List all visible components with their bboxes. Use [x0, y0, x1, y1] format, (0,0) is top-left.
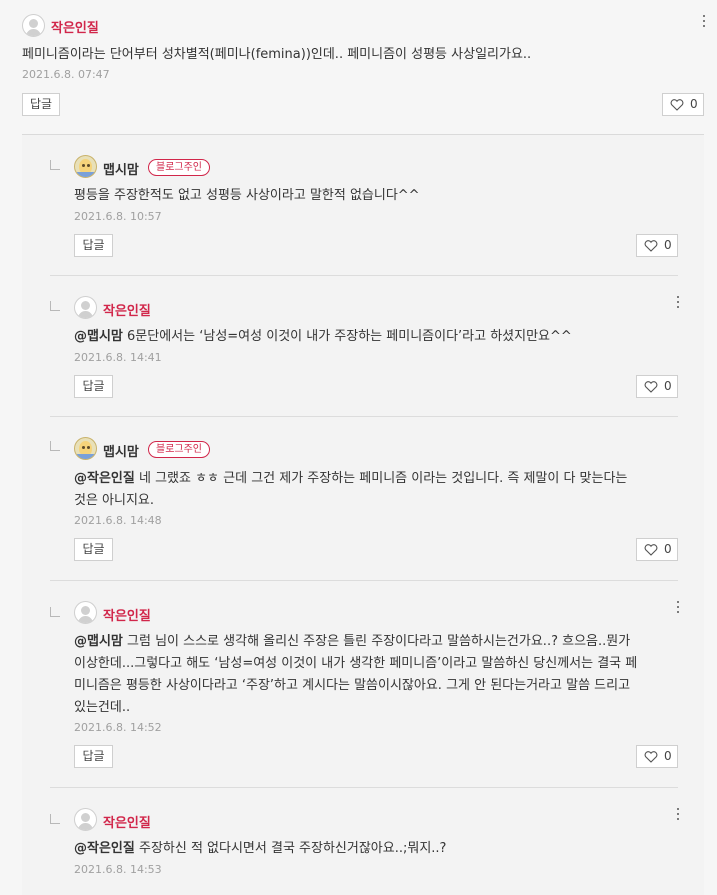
like-button[interactable]: 0 [662, 93, 704, 116]
reply-date: 2021.6.8. 14:41 [74, 351, 162, 364]
avatar[interactable] [22, 14, 45, 37]
reply-arrow-icon [50, 160, 60, 170]
reply-author[interactable]: 맵시맘 [103, 441, 139, 460]
reply-author[interactable]: 맵시맘 [103, 159, 139, 178]
like-button[interactable]: 0 [636, 375, 678, 398]
comment-text: 페미니즘이라는 단어부터 성차별적(페미나(femina))인데.. 페미니즘이… [22, 47, 532, 62]
reply-arrow-icon [50, 301, 60, 311]
reply-button[interactable]: 답글 [22, 93, 60, 116]
reply-author[interactable]: 작은인질 [103, 605, 151, 624]
reply-arrow-icon [50, 441, 60, 451]
reply-text: @맵시맘 그럼 님이 스스로 생각해 올리신 주장은 틀린 주장이다라고 말씀하… [74, 631, 637, 719]
reply-list: 맵시맘 블로그주인 평등을 주장한적도 없고 성평등 사상이라고 말한적 없습니… [22, 134, 704, 895]
heart-icon [644, 751, 658, 763]
like-count: 0 [664, 749, 672, 763]
avatar[interactable] [74, 155, 97, 178]
reply-date: 2021.6.8. 14:53 [74, 863, 162, 876]
reply-button[interactable]: 답글 [74, 375, 113, 398]
reply-body: 그럼 님이 스스로 생각해 올리신 주장은 틀린 주장이다라고 말씀하시는건가요… [127, 634, 631, 649]
reply-date: 2021.6.8. 14:52 [74, 721, 162, 734]
reply-body: 이상한데...그렇다고 해도 ‘남성=여성 이것이 내가 생각한 페미니즘’이라… [74, 656, 638, 671]
reply-date: 2021.6.8. 10:57 [74, 210, 162, 223]
reply-body: 것은 아니지요. [74, 493, 155, 508]
like-count: 0 [664, 238, 672, 252]
avatar[interactable] [74, 601, 97, 624]
mention[interactable]: @작은인질 [74, 471, 135, 486]
like-count: 0 [664, 379, 672, 393]
comment-section: 작은인질 페미니즘이라는 단어부터 성차별적(페미나(femina))인데.. … [0, 0, 717, 895]
top-comment: 작은인질 페미니즘이라는 단어부터 성차별적(페미나(femina))인데.. … [0, 0, 717, 135]
more-options-icon[interactable] [675, 295, 681, 309]
reply-item: 작은인질 @맵시맘 6문단에서는 ‘남성=여성 이것이 내가 주장하는 페미니즘… [22, 276, 704, 417]
more-options-icon[interactable] [675, 807, 681, 821]
like-button[interactable]: 0 [636, 745, 678, 768]
more-options-icon[interactable] [701, 14, 707, 28]
reply-author[interactable]: 작은인질 [103, 300, 151, 319]
reply-text: @작은인질 네 그랬죠 ㅎㅎ 근데 그건 제가 주장하는 페미니즘 이라는 것입… [74, 468, 627, 512]
reply-button[interactable]: 답글 [74, 234, 113, 257]
reply-arrow-icon [50, 607, 60, 617]
avatar[interactable] [74, 437, 97, 460]
reply-item: 작은인질 @맵시맘 그럼 님이 스스로 생각해 올리신 주장은 틀린 주장이다라… [22, 581, 704, 788]
reply-body: 미니즘은 평등한 사상이다라고 ‘주장’하고 계시다는 말씀이시잖아요. 그게 … [74, 678, 631, 693]
reply-body: 주장하신 적 없다시면서 결국 주장하신거잖아요..;뭐지..? [138, 841, 447, 856]
comment-author[interactable]: 작은인질 [51, 17, 99, 36]
reply-item: 맵시맘 블로그주인 @작은인질 네 그랬죠 ㅎㅎ 근데 그건 제가 주장하는 페… [22, 417, 704, 581]
blog-owner-badge: 블로그주인 [148, 441, 210, 458]
reply-button[interactable]: 답글 [74, 538, 113, 561]
like-button[interactable]: 0 [636, 538, 678, 561]
heart-icon [644, 381, 658, 393]
reply-item: 맵시맘 블로그주인 평등을 주장한적도 없고 성평등 사상이라고 말한적 없습니… [22, 135, 704, 276]
heart-icon [644, 544, 658, 556]
comment-date: 2021.6.8. 07:47 [22, 68, 110, 81]
mention[interactable]: @맵시맘 [74, 634, 123, 649]
reply-body: 있는건데.. [74, 700, 131, 715]
reply-date: 2021.6.8. 14:48 [74, 514, 162, 527]
reply-text: @작은인질 주장하신 적 없다시면서 결국 주장하신거잖아요..;뭐지..? [74, 838, 446, 860]
heart-icon [644, 240, 658, 252]
avatar[interactable] [74, 296, 97, 319]
reply-item: 작은인질 @작은인질 주장하신 적 없다시면서 결국 주장하신거잖아요..;뭐지… [22, 788, 704, 888]
blog-owner-badge: 블로그주인 [148, 159, 210, 176]
mention[interactable]: @맵시맘 [74, 329, 123, 344]
like-button[interactable]: 0 [636, 234, 678, 257]
reply-arrow-icon [50, 814, 60, 824]
reply-text: 평등을 주장한적도 없고 성평등 사상이라고 말한적 없습니다^^ [74, 188, 420, 203]
more-options-icon[interactable] [675, 600, 681, 614]
like-count: 0 [690, 97, 698, 111]
reply-body: 6문단에서는 ‘남성=여성 이것이 내가 주장하는 페미니즘이다’라고 하셨지만… [127, 329, 572, 344]
heart-icon [670, 99, 684, 111]
reply-text: @맵시맘 6문단에서는 ‘남성=여성 이것이 내가 주장하는 페미니즘이다’라고… [74, 326, 572, 348]
like-count: 0 [664, 542, 672, 556]
reply-button[interactable]: 답글 [74, 745, 113, 768]
reply-body: 네 그랬죠 ㅎㅎ 근데 그건 제가 주장하는 페미니즘 이라는 것입니다. 즉 … [138, 471, 628, 486]
reply-author[interactable]: 작은인질 [103, 812, 151, 831]
mention[interactable]: @작은인질 [74, 841, 135, 856]
avatar[interactable] [74, 808, 97, 831]
